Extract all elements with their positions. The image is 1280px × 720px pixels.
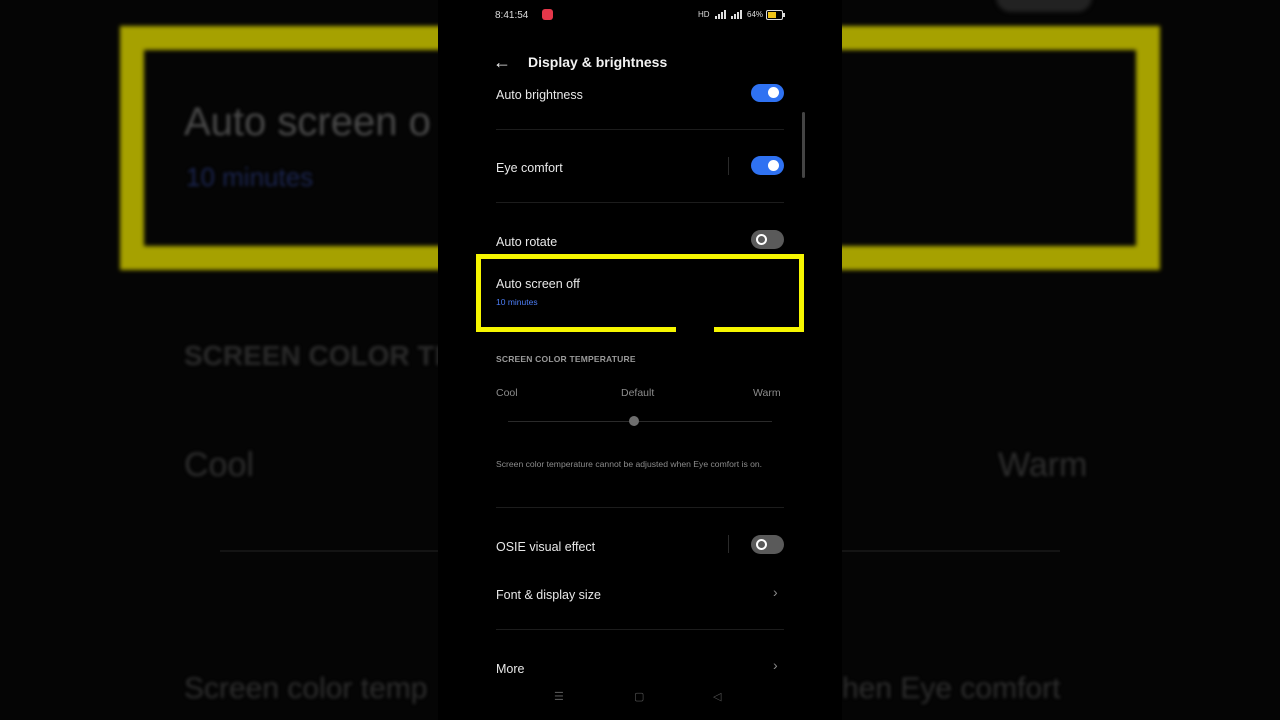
chevron-right-icon: › bbox=[773, 657, 778, 673]
temperature-slider-thumb[interactable] bbox=[629, 416, 639, 426]
divider bbox=[496, 129, 784, 130]
phone-screen: 8:41:54 HD 64% ← Display & brightness Au… bbox=[438, 0, 842, 720]
yellow-highlight-box bbox=[476, 254, 804, 332]
menu-icon[interactable]: ☰ bbox=[554, 690, 564, 703]
background-warm: Warm bbox=[998, 446, 1088, 484]
back-arrow-icon[interactable]: ← bbox=[493, 52, 511, 73]
background-section: SCREEN COLOR TE bbox=[184, 340, 454, 371]
osie-toggle[interactable] bbox=[751, 535, 784, 554]
setting-auto-rotate[interactable]: Auto rotate bbox=[496, 233, 784, 251]
divider bbox=[496, 507, 784, 508]
navigation-bar: ☰ ▢ ◁ bbox=[438, 690, 842, 710]
background-title: Auto screen o bbox=[184, 100, 431, 144]
status-time: 8:41:54 bbox=[495, 10, 529, 21]
background-note-right: hen Eye comfort bbox=[842, 672, 1061, 705]
font-display-label: Font & display size bbox=[496, 588, 601, 602]
setting-eye-comfort[interactable]: Eye comfort bbox=[496, 159, 784, 177]
setting-font-display-size[interactable]: Font & display size bbox=[496, 586, 784, 604]
auto-rotate-toggle[interactable] bbox=[751, 230, 784, 249]
temp-cool-label: Cool bbox=[496, 387, 518, 399]
status-bar: 8:41:54 HD 64% bbox=[438, 0, 842, 30]
eye-comfort-toggle[interactable] bbox=[751, 156, 784, 175]
more-label: More bbox=[496, 662, 525, 676]
setting-auto-brightness[interactable]: Auto brightness bbox=[496, 86, 784, 104]
auto-brightness-label: Auto brightness bbox=[496, 88, 583, 102]
eye-comfort-label: Eye comfort bbox=[496, 161, 563, 175]
divider bbox=[496, 629, 784, 630]
background-subtitle: 10 minutes bbox=[186, 162, 314, 192]
scrollbar[interactable] bbox=[802, 112, 805, 178]
background-cool: Cool bbox=[184, 446, 254, 484]
auto-brightness-toggle[interactable] bbox=[751, 84, 784, 102]
highlight-gap bbox=[676, 326, 714, 332]
battery-icon bbox=[766, 10, 785, 20]
screen-record-icon bbox=[542, 9, 553, 20]
back-icon[interactable]: ◁ bbox=[713, 690, 721, 703]
osie-label: OSIE visual effect bbox=[496, 540, 596, 554]
background-note-left: Screen color temp bbox=[184, 672, 428, 705]
separator bbox=[728, 535, 729, 553]
divider bbox=[496, 202, 784, 203]
background-pill bbox=[996, 0, 1092, 12]
temp-warm-label: Warm bbox=[753, 387, 781, 399]
signal-icon bbox=[715, 10, 727, 19]
separator bbox=[728, 157, 729, 175]
setting-osie-visual-effect[interactable]: OSIE visual effect bbox=[496, 538, 784, 556]
chevron-right-icon: › bbox=[773, 584, 778, 600]
temperature-note: Screen color temperature cannot be adjus… bbox=[496, 459, 763, 469]
temp-default-label: Default bbox=[621, 387, 655, 399]
page-header: ← Display & brightness bbox=[438, 42, 842, 82]
signal-icon-2 bbox=[731, 10, 743, 19]
setting-more[interactable]: More bbox=[496, 660, 784, 678]
temperature-slider-track[interactable] bbox=[508, 421, 772, 422]
battery-percent: 64% bbox=[747, 10, 764, 19]
network-type: HD bbox=[698, 10, 710, 19]
home-icon[interactable]: ▢ bbox=[634, 690, 644, 703]
section-color-temperature: SCREEN COLOR TEMPERATURE bbox=[496, 354, 636, 364]
page-title: Display & brightness bbox=[528, 54, 668, 70]
auto-rotate-label: Auto rotate bbox=[496, 235, 558, 249]
